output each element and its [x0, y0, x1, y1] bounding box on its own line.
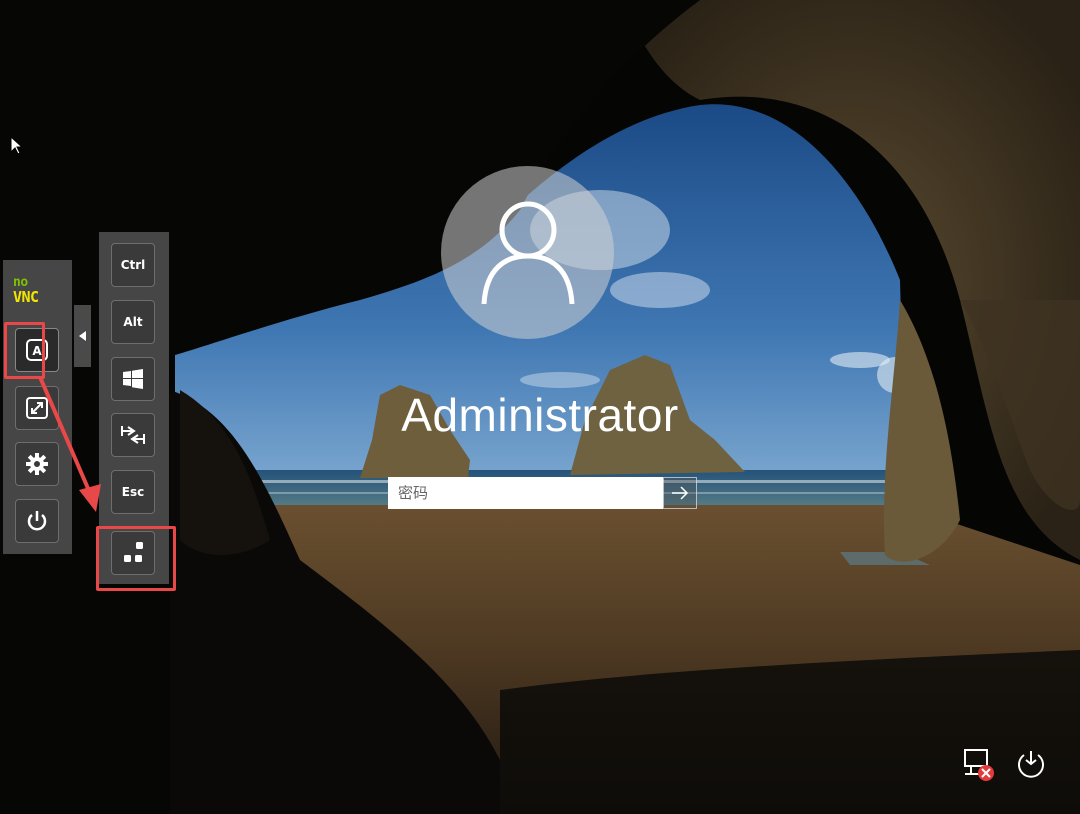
ctrl-key-label: Ctrl	[120, 258, 146, 272]
control-bar-handle[interactable]	[74, 305, 91, 367]
esc-key-label: Esc	[121, 485, 145, 499]
caret-left-icon	[78, 331, 86, 341]
password-input[interactable]	[388, 477, 663, 509]
keyboard-toggle-button[interactable]: A	[15, 328, 59, 372]
windows-logo-icon	[123, 369, 143, 389]
ctrl-key-button[interactable]: Ctrl	[111, 243, 155, 287]
user-avatar	[441, 166, 614, 339]
tab-icon	[121, 426, 145, 444]
mouse-cursor-icon	[10, 136, 24, 155]
arrow-right-icon	[672, 486, 689, 500]
submit-button[interactable]	[663, 477, 697, 509]
ctrl-alt-del-icon	[124, 542, 143, 562]
annotation-arrow-icon	[38, 376, 101, 512]
power-options-icon	[1018, 751, 1044, 778]
novnc-logo-vnc: VNC	[13, 288, 39, 306]
user-icon	[481, 201, 574, 304]
windows-key-button[interactable]	[111, 357, 155, 401]
ctrl-alt-del-button[interactable]	[111, 531, 155, 575]
network-status-button[interactable]	[961, 746, 997, 782]
keyboard-a-icon: A	[26, 339, 48, 361]
esc-key-button[interactable]: Esc	[111, 470, 155, 514]
novnc-logo: no VNC	[13, 276, 63, 307]
network-disconnected-icon	[964, 749, 994, 781]
power-options-button[interactable]	[1013, 746, 1049, 782]
alt-key-button[interactable]: Alt	[111, 300, 155, 344]
alt-key-label: Alt	[123, 315, 143, 329]
remote-desktop-screen[interactable]: Administrator no VNC A Ctrl Alt Esc	[0, 0, 1080, 814]
tab-key-button[interactable]	[111, 413, 155, 457]
keyboard-a-letter: A	[32, 344, 42, 358]
username-label: Administrator	[401, 389, 679, 441]
